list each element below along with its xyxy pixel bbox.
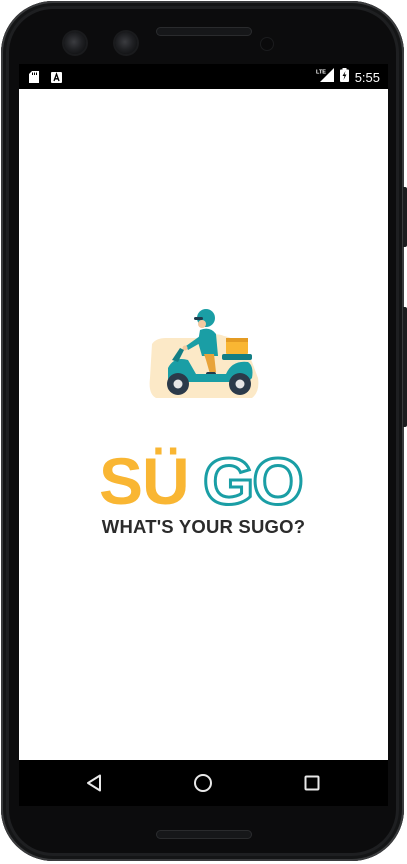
front-camera-icon — [64, 32, 86, 54]
network-label: LTE — [316, 70, 326, 76]
a-notification-icon — [51, 70, 62, 88]
status-bar: LTE 5:55 — [19, 64, 388, 89]
status-bar-left — [29, 70, 62, 88]
sugo-logo: SÜ GO — [99, 444, 305, 510]
front-camera-secondary-icon — [115, 32, 137, 54]
navigation-bar — [19, 760, 388, 806]
status-time: 5:55 — [354, 69, 380, 85]
delivery-scooter-rider-icon — [149, 309, 259, 398]
battery-charging-icon — [339, 68, 349, 87]
logo-part-go: GO — [203, 444, 302, 510]
device-screen: LTE 5:55 SÜ GO WHAT'S YOUR SUGO? — [19, 64, 388, 806]
lte-signal-icon: LTE — [316, 68, 334, 87]
home-circle-icon[interactable] — [190, 770, 216, 796]
recents-square-icon[interactable] — [299, 770, 325, 796]
back-triangle-icon[interactable] — [81, 770, 107, 796]
splash-screen: SÜ GO WHAT'S YOUR SUGO? — [19, 89, 388, 760]
bottom-speaker — [156, 830, 252, 839]
power-button — [403, 187, 407, 247]
sd-card-icon — [29, 70, 39, 88]
logo-part-su: SÜ — [99, 444, 189, 510]
tagline: WHAT'S YOUR SUGO? — [101, 516, 306, 537]
status-bar-right: LTE 5:55 — [316, 68, 380, 87]
proximity-sensor — [261, 38, 273, 50]
earpiece-speaker — [156, 27, 252, 36]
volume-rocker — [403, 307, 407, 427]
